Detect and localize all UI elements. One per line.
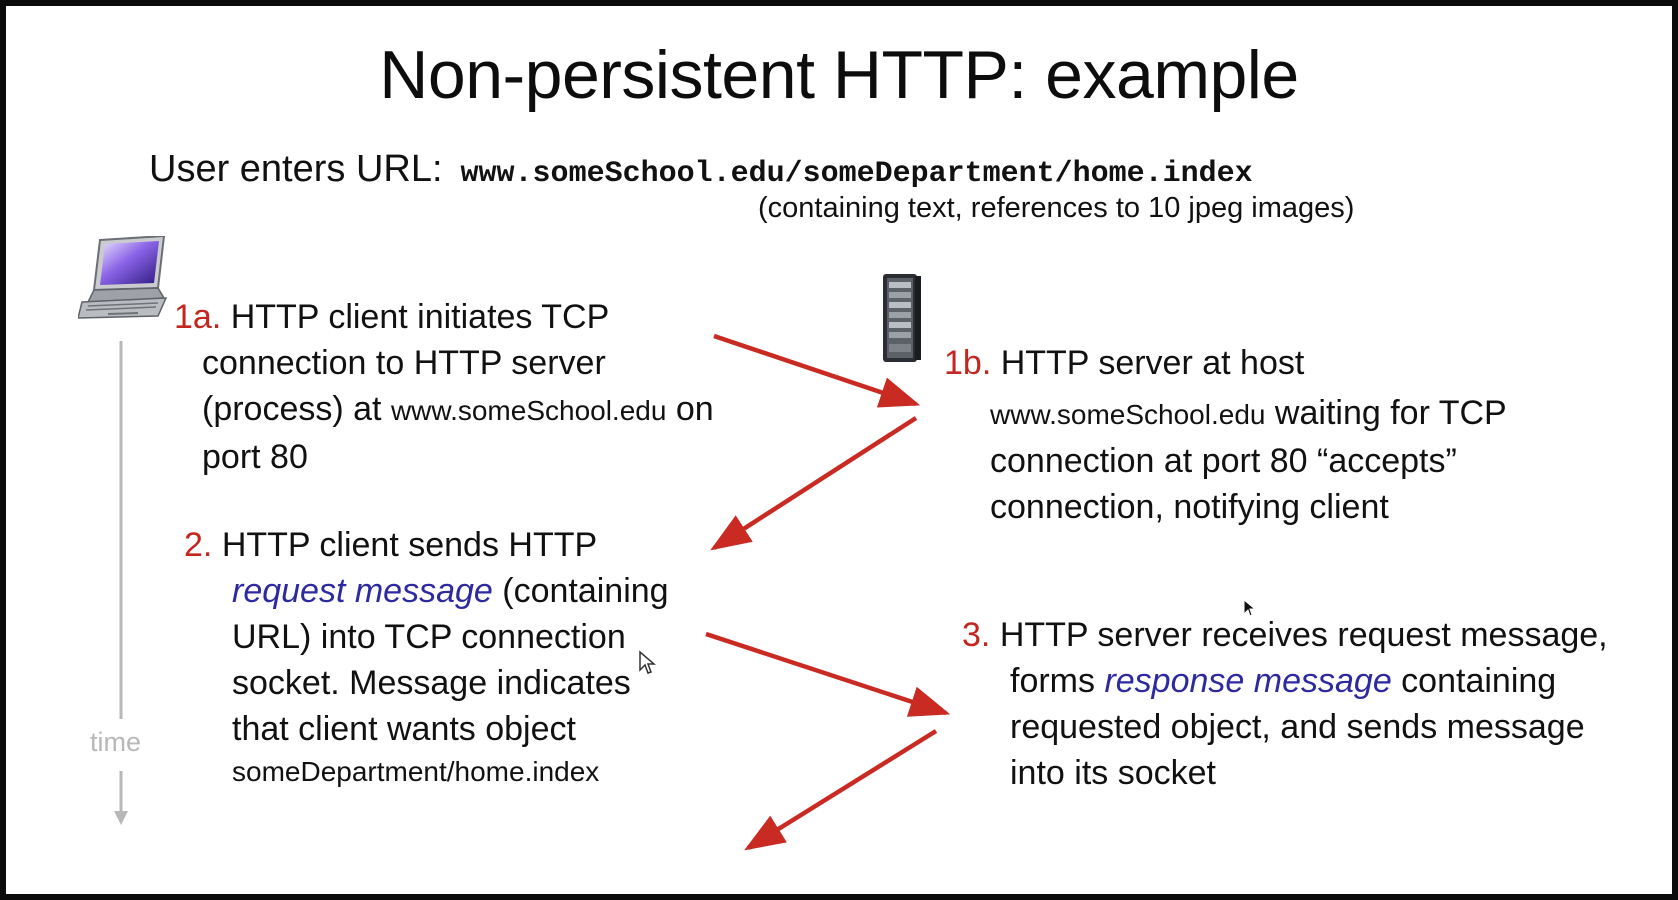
- arrow-http-request: [705, 631, 951, 717]
- mouse-cursor-icon: [639, 650, 656, 674]
- slide: Non-persistent HTTP: example User enters…: [6, 6, 1672, 894]
- arrow-tcp-connect: [713, 333, 921, 408]
- arrow-http-response: [744, 729, 938, 851]
- arrow-tcp-accept: [710, 416, 918, 551]
- message-arrows: [705, 333, 951, 851]
- mouse-pointer-icon: [1243, 598, 1256, 617]
